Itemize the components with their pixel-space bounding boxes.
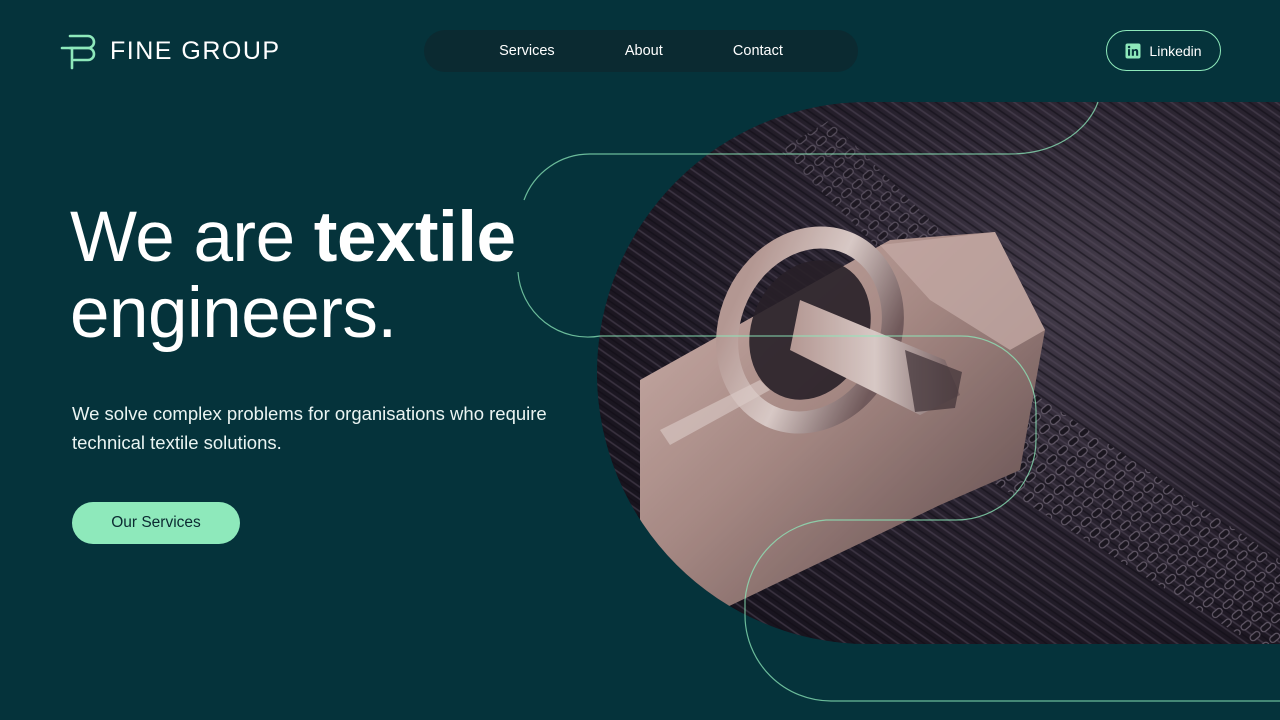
headline-bold: textile [313, 198, 516, 277]
main-nav: Services About Contact [424, 30, 858, 72]
hero-headline: We are textile engineers. [70, 200, 630, 352]
nav-item-about[interactable]: About [625, 43, 663, 59]
linkedin-label: Linkedin [1149, 42, 1202, 59]
brand-name: FINE GROUP [110, 36, 281, 65]
headline-line2: engineers [70, 274, 378, 353]
nav-item-contact[interactable]: Contact [733, 43, 783, 59]
nav-item-services[interactable]: Services [499, 43, 555, 59]
headline-regular: We are [70, 198, 314, 277]
page: FINE GROUP Services About Contact Linked… [0, 0, 1280, 720]
headline-period: . [377, 274, 397, 353]
linkedin-icon [1125, 43, 1141, 58]
fg-monogram-icon [60, 34, 96, 70]
hero-subtitle: We solve complex problems for organisati… [72, 403, 547, 453]
linkedin-button[interactable]: Linkedin [1106, 30, 1221, 71]
zipper-closeup-image [517, 101, 1280, 702]
our-services-button[interactable]: Our Services [72, 502, 240, 544]
brand-logo[interactable]: FINE GROUP [60, 30, 281, 72]
